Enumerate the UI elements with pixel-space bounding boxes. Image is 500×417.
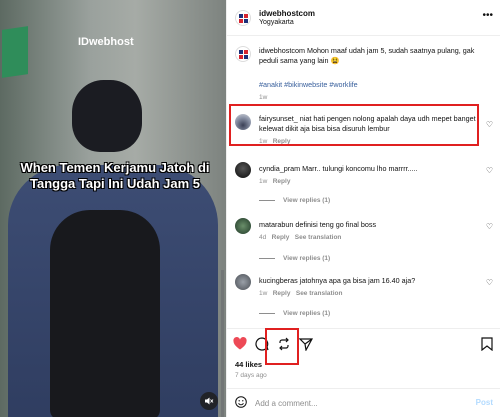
comment-body: kucingberas jatohnya apa ga bisa jam 16.… <box>259 276 479 286</box>
video-overlay-text: When Temen Kerjamu Jatoh di Tangga Tapi … <box>20 160 210 191</box>
caption-username[interactable]: idwebhostcom <box>259 46 305 55</box>
comment-like-icon[interactable]: ♡ <box>486 166 493 175</box>
reply-button[interactable]: Reply <box>272 234 290 241</box>
view-replies-button[interactable]: View replies (1) <box>259 310 330 317</box>
speaker-muted-icon[interactable] <box>200 392 218 410</box>
comment-like-icon[interactable]: ♡ <box>486 222 493 231</box>
like-count[interactable]: 44 likes <box>235 360 262 369</box>
comment-meta: 4d Reply See translation <box>259 234 341 241</box>
emoji-icon[interactable] <box>235 396 247 411</box>
comment-body: matarabun definisi teng go final boss <box>259 220 479 230</box>
comment-text: definisi teng go final boss <box>295 220 377 229</box>
reply-button[interactable]: Reply <box>273 178 291 185</box>
comment-username[interactable]: matarabun <box>259 220 293 229</box>
highlight-box-comment <box>229 104 479 146</box>
post-comment-button[interactable]: Post <box>476 398 493 407</box>
view-replies-button[interactable]: View replies (1) <box>259 255 330 262</box>
person-head <box>72 80 142 152</box>
comment-text: jatohnya apa ga bisa jam 16.40 aja? <box>299 276 416 285</box>
caption-avatar[interactable] <box>235 46 251 62</box>
caption-body: idwebhostcom Mohon maaf udah jam 5, suda… <box>259 46 479 66</box>
reply-button[interactable]: Reply <box>273 290 291 297</box>
comment-age: 1w <box>259 290 268 297</box>
add-comment-bar: Post <box>227 388 500 417</box>
post-panel: idwebhostcom Yogyakarta ••• idwebhostcom… <box>226 0 500 417</box>
backpack <box>50 210 160 417</box>
caption-hashtags[interactable]: #anakit #bikinwebsite #worklife <box>259 80 358 89</box>
comment-body: cyndia_pram Marr.. tulungi koncomu lho m… <box>259 164 479 174</box>
comment-text: Marr.. tulungi koncomu lho marrrr..... <box>302 164 418 173</box>
comment-avatar[interactable] <box>235 162 251 178</box>
video-watermark: IDwebhost <box>78 36 134 48</box>
comment-meta: 1w Reply <box>259 178 290 185</box>
bookmark-icon[interactable] <box>481 337 493 354</box>
post-header: idwebhostcom Yogyakarta ••• <box>227 0 500 36</box>
comment-username[interactable]: cyndia_pram <box>259 164 300 173</box>
post-date: 7 days ago <box>235 372 267 379</box>
caption-age: 1w <box>259 94 268 101</box>
comment-input[interactable] <box>255 396 455 410</box>
comment-like-icon[interactable]: ♡ <box>486 278 493 287</box>
comment-age: 4d <box>259 234 267 241</box>
comment-avatar[interactable] <box>235 218 251 234</box>
comment-avatar[interactable] <box>235 274 251 290</box>
more-options-icon[interactable]: ••• <box>482 10 493 21</box>
see-translation-button[interactable]: See translation <box>295 234 342 241</box>
see-translation-button[interactable]: See translation <box>296 290 343 297</box>
comment-like-icon[interactable]: ♡ <box>486 120 493 129</box>
comment-age: 1w <box>259 178 268 185</box>
exit-sign <box>2 26 28 78</box>
share-icon[interactable] <box>298 337 314 354</box>
account-username[interactable]: idwebhostcom <box>259 9 315 18</box>
highlight-box-repost <box>265 328 299 365</box>
comment-username[interactable]: kucingberas <box>259 276 298 285</box>
account-avatar[interactable] <box>235 10 251 26</box>
video-player[interactable]: IDwebhost When Temen Kerjamu Jatoh di Ta… <box>0 0 226 417</box>
heart-icon[interactable] <box>233 337 247 353</box>
view-replies-button[interactable]: View replies (1) <box>259 197 330 204</box>
comment-meta: 1w Reply See translation <box>259 290 342 297</box>
post-location[interactable]: Yogyakarta <box>259 19 294 26</box>
